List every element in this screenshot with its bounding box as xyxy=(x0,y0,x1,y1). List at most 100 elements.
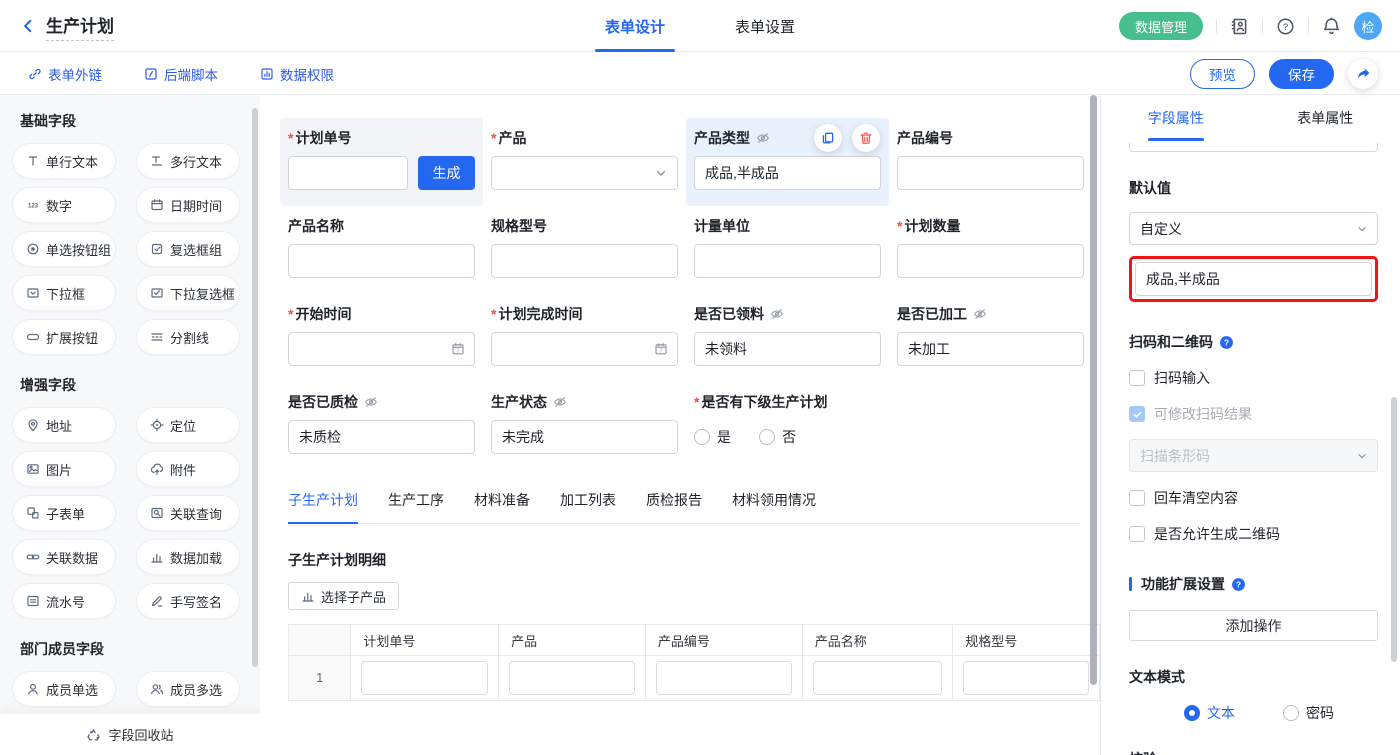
text-mode-radio[interactable]: 密码 xyxy=(1283,703,1334,723)
canvas-field[interactable]: 生产状态未完成 xyxy=(483,382,686,470)
save-button[interactable]: 保存 xyxy=(1269,59,1334,89)
field-input[interactable] xyxy=(694,244,881,278)
sidebar-item[interactable]: 附件 xyxy=(136,451,240,487)
checkbox-row[interactable]: 回车清空内容 xyxy=(1129,488,1378,508)
sidebar-item[interactable]: 单选按钮组 xyxy=(12,231,116,267)
canvas-field[interactable]: 产品名称 xyxy=(280,206,483,294)
sidebar-item[interactable]: 复选框组 xyxy=(136,231,240,267)
notification-bell-icon[interactable] xyxy=(1322,17,1341,36)
panel-scrollbar[interactable] xyxy=(1391,397,1397,662)
help-icon[interactable]: ? xyxy=(1276,17,1295,36)
canvas-field[interactable]: 是否已加工未加工 xyxy=(889,294,1092,382)
subform-tab[interactable]: 质检报告 xyxy=(646,490,702,523)
table-cell-input[interactable] xyxy=(656,661,792,695)
share-button[interactable] xyxy=(1348,59,1378,89)
contact-book-icon[interactable] xyxy=(1230,17,1249,36)
panel-tab[interactable]: 字段属性 xyxy=(1101,95,1251,141)
checkbox-row[interactable]: 是否允许生成二维码 xyxy=(1129,524,1378,544)
canvas-field[interactable]: *产品 xyxy=(483,118,686,206)
field-input[interactable]: 未加工 xyxy=(897,332,1084,366)
default-value-mode-select[interactable]: 自定义 xyxy=(1129,212,1378,245)
data-manage-button[interactable]: 数据管理 xyxy=(1119,12,1203,40)
add-action-button[interactable]: 添加操作 xyxy=(1129,610,1378,641)
toolbar-link[interactable]: 数据权限 xyxy=(260,64,334,84)
sidebar-item[interactable]: 下拉复选框 xyxy=(136,275,240,311)
topbar-tab[interactable]: 表单设计 xyxy=(605,0,665,52)
canvas-field[interactable]: 产品类型成品,半成品 xyxy=(686,118,889,206)
subform-tab[interactable]: 生产工序 xyxy=(388,490,444,523)
canvas-field[interactable]: *计划完成时间7 xyxy=(483,294,686,382)
sidebar-item[interactable]: 关联查询 xyxy=(136,495,240,531)
sidebar-item[interactable]: 分割线 xyxy=(136,319,240,355)
generate-button[interactable]: 生成 xyxy=(418,156,475,190)
subform-tab[interactable]: 材料准备 xyxy=(474,490,530,523)
table-cell-input[interactable] xyxy=(963,661,1089,695)
delete-field-button[interactable] xyxy=(852,124,880,152)
field-input[interactable] xyxy=(897,244,1084,278)
field-input[interactable] xyxy=(288,156,408,190)
avatar[interactable]: 检 xyxy=(1354,12,1382,40)
sidebar-item[interactable]: 关联数据 xyxy=(12,539,116,575)
sidebar-item[interactable]: 单行文本 xyxy=(12,143,116,179)
sidebar-item[interactable]: 子表单 xyxy=(12,495,116,531)
field-recycle-bin[interactable]: 字段回收站 xyxy=(0,714,260,755)
checkbox-row[interactable]: 扫码输入 xyxy=(1129,368,1378,388)
radio-option[interactable]: 否 xyxy=(759,427,796,447)
field-date-input[interactable]: 7 xyxy=(288,332,475,366)
preview-button[interactable]: 预览 xyxy=(1190,59,1255,89)
field-input[interactable]: 未完成 xyxy=(491,420,678,454)
checkbox-row[interactable]: 可修改扫码结果 xyxy=(1129,404,1378,424)
canvas-scrollbar[interactable] xyxy=(1090,95,1097,685)
table-cell-input[interactable] xyxy=(813,661,942,695)
sidebar-item[interactable]: 流水号 xyxy=(12,583,116,619)
canvas-field[interactable]: *是否有下级生产计划是否 xyxy=(686,382,889,470)
canvas-field[interactable]: 规格型号 xyxy=(483,206,686,294)
field-input[interactable]: 成品,半成品 xyxy=(694,156,881,190)
radio-option[interactable]: 是 xyxy=(694,427,731,447)
sidebar-scrollbar[interactable] xyxy=(252,108,258,667)
canvas-field[interactable]: *开始时间7 xyxy=(280,294,483,382)
sidebar-item[interactable]: 定位 xyxy=(136,407,240,443)
sidebar-item[interactable]: 成员多选 xyxy=(136,671,240,707)
sidebar-item[interactable]: 数据加载 xyxy=(136,539,240,575)
canvas-field[interactable]: *计划单号生成 xyxy=(280,118,483,206)
sidebar-item[interactable]: 扩展按钮 xyxy=(12,319,116,355)
canvas-field[interactable]: 是否已质检未质检 xyxy=(280,382,483,470)
subform-tab[interactable]: 材料领用情况 xyxy=(732,490,816,523)
sidebar-item[interactable]: 成员单选 xyxy=(12,671,116,707)
topbar-tab[interactable]: 表单设置 xyxy=(735,0,795,52)
field-select[interactable] xyxy=(491,156,678,190)
select-sub-product-button[interactable]: 选择子产品 xyxy=(288,582,399,610)
default-value-input[interactable]: 成品,半成品 xyxy=(1135,262,1372,296)
sidebar-item[interactable]: 日期时间 xyxy=(136,187,240,223)
sidebar-item[interactable]: 图片 xyxy=(12,451,116,487)
sidebar-item[interactable]: 手写签名 xyxy=(136,583,240,619)
field-input[interactable] xyxy=(288,244,475,278)
panel-tab[interactable]: 表单属性 xyxy=(1251,95,1400,141)
subform-tab[interactable]: 子生产计划 xyxy=(288,490,358,523)
toolbar-link[interactable]: 后端脚本 xyxy=(144,64,218,84)
sidebar-item[interactable]: 多行文本 xyxy=(136,143,240,179)
table-cell-input[interactable] xyxy=(361,661,488,695)
canvas-field[interactable]: 计量单位 xyxy=(686,206,889,294)
canvas-field[interactable]: *计划数量 xyxy=(889,206,1092,294)
text-mode-radio[interactable]: 文本 xyxy=(1184,703,1235,723)
canvas-field[interactable]: 产品编号 xyxy=(889,118,1092,206)
toolbar-link[interactable]: 表单外链 xyxy=(28,64,102,84)
help-filled-icon[interactable]: ? xyxy=(1231,577,1246,592)
help-filled-icon[interactable]: ? xyxy=(1219,335,1234,350)
field-input[interactable]: 未领料 xyxy=(694,332,881,366)
field-date-input[interactable]: 7 xyxy=(491,332,678,366)
canvas-field[interactable]: 是否已领料未领料 xyxy=(686,294,889,382)
field-input[interactable] xyxy=(897,156,1084,190)
sidebar-item[interactable]: 地址 xyxy=(12,407,116,443)
row-number-cell: 1 xyxy=(289,656,351,701)
sidebar-item[interactable]: 下拉框 xyxy=(12,275,116,311)
table-cell-input[interactable] xyxy=(509,661,635,695)
sidebar-item[interactable]: 123数字 xyxy=(12,187,116,223)
back-icon[interactable] xyxy=(20,18,36,34)
subform-tab[interactable]: 加工列表 xyxy=(560,490,616,523)
copy-field-button[interactable] xyxy=(814,124,842,152)
field-input[interactable]: 未质检 xyxy=(288,420,475,454)
field-input[interactable] xyxy=(491,244,678,278)
